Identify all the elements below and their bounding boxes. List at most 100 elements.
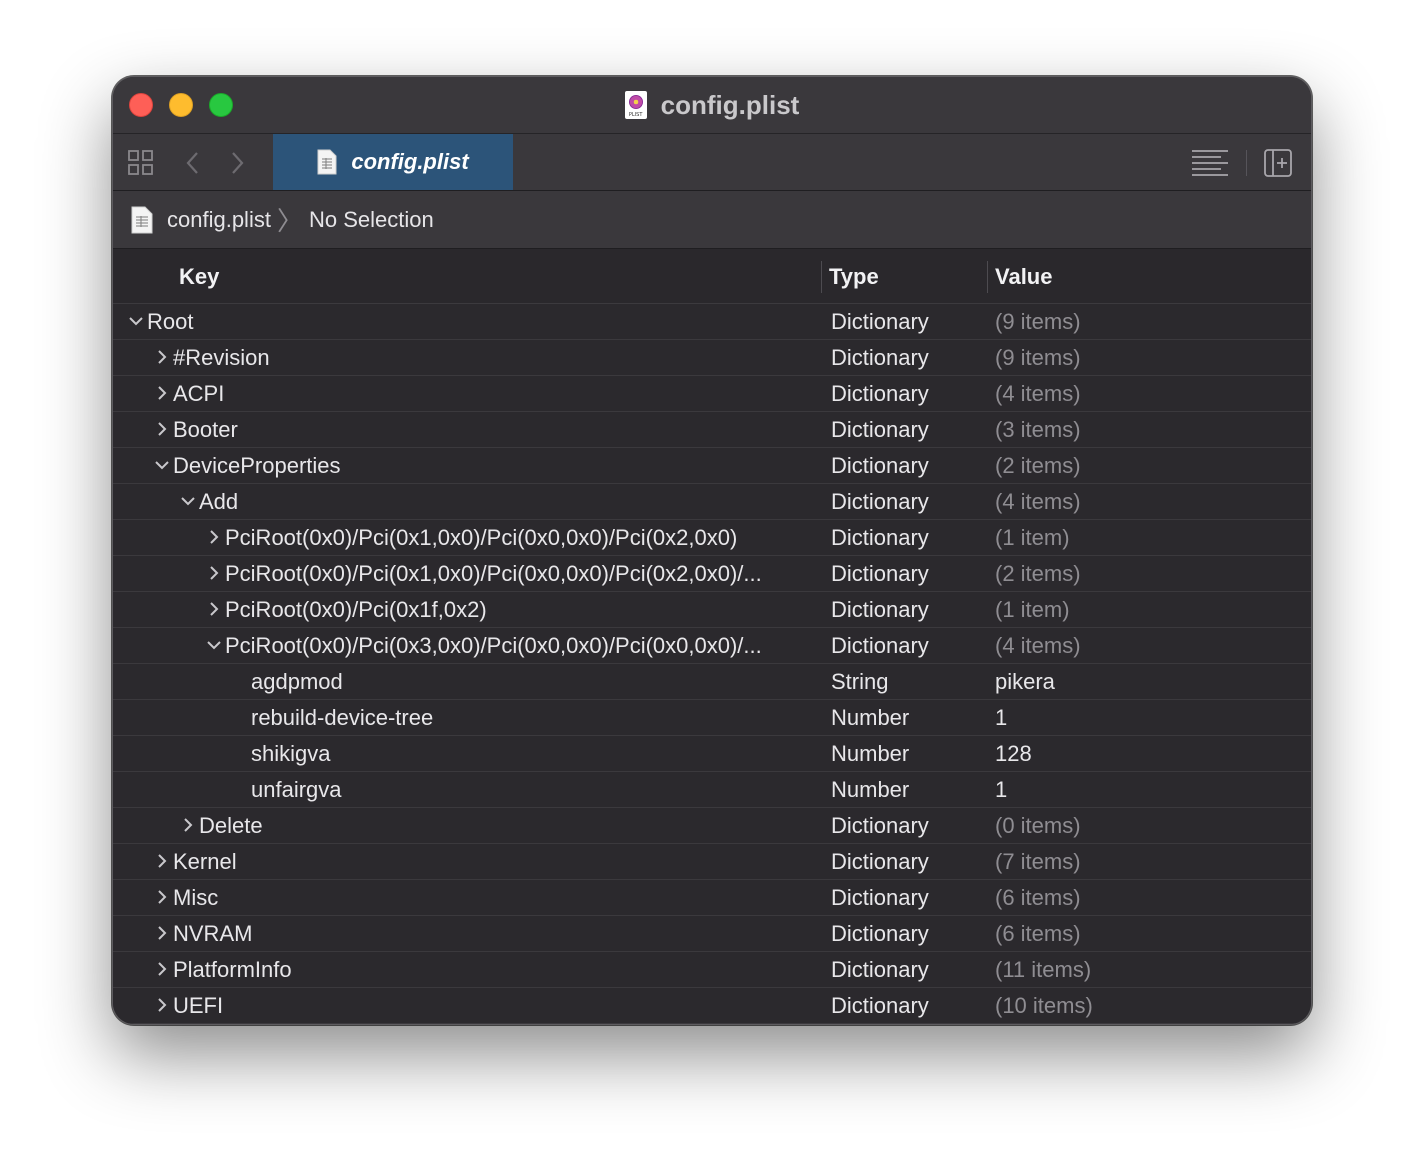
- row-key[interactable]: Booter: [173, 412, 813, 447]
- row-key[interactable]: PciRoot(0x0)/Pci(0x3,0x0)/Pci(0x0,0x0)/P…: [225, 628, 813, 663]
- table-row[interactable]: PlatformInfo Dictionary (11 items): [113, 952, 1311, 988]
- table-row[interactable]: agdpmod String pikera: [113, 664, 1311, 700]
- table-row[interactable]: PciRoot(0x0)/Pci(0x1,0x0)/Pci(0x0,0x0)/P…: [113, 556, 1311, 592]
- column-header-type[interactable]: Type: [829, 249, 879, 305]
- row-value[interactable]: (10 items): [995, 988, 1093, 1023]
- row-value[interactable]: 1: [995, 772, 1007, 807]
- row-key[interactable]: Misc: [173, 880, 813, 915]
- row-type[interactable]: Dictionary: [831, 952, 929, 987]
- row-key[interactable]: UEFI: [173, 988, 813, 1023]
- row-type[interactable]: Dictionary: [831, 520, 929, 555]
- row-type[interactable]: Dictionary: [831, 376, 929, 411]
- chevron-down-icon[interactable]: [179, 492, 197, 510]
- column-header-value[interactable]: Value: [995, 249, 1052, 305]
- table-row[interactable]: Booter Dictionary (3 items): [113, 412, 1311, 448]
- table-row[interactable]: Root Dictionary (9 items): [113, 304, 1311, 340]
- row-type[interactable]: Dictionary: [831, 484, 929, 519]
- related-items-icon[interactable]: [127, 149, 155, 177]
- chevron-down-icon[interactable]: [153, 456, 171, 474]
- row-value[interactable]: (7 items): [995, 844, 1081, 879]
- row-value[interactable]: (11 items): [995, 952, 1091, 987]
- tab-config-plist[interactable]: config.plist: [273, 134, 513, 190]
- table-row[interactable]: PciRoot(0x0)/Pci(0x1,0x0)/Pci(0x0,0x0)/P…: [113, 520, 1311, 556]
- row-value[interactable]: (1 item): [995, 592, 1070, 627]
- chevron-right-icon[interactable]: [153, 420, 171, 438]
- row-value[interactable]: pikera: [995, 664, 1055, 699]
- row-value[interactable]: (6 items): [995, 880, 1081, 915]
- row-key[interactable]: DeviceProperties: [173, 448, 813, 483]
- breadcrumb-file[interactable]: config.plist: [167, 207, 271, 233]
- chevron-right-icon[interactable]: [153, 996, 171, 1014]
- breadcrumb-selection[interactable]: No Selection: [309, 207, 434, 233]
- table-row[interactable]: Kernel Dictionary (7 items): [113, 844, 1311, 880]
- chevron-right-icon[interactable]: [205, 600, 223, 618]
- row-value[interactable]: (2 items): [995, 448, 1081, 483]
- row-key[interactable]: Kernel: [173, 844, 813, 879]
- row-type[interactable]: Dictionary: [831, 304, 929, 339]
- row-type[interactable]: Number: [831, 700, 909, 735]
- row-key[interactable]: Root: [147, 304, 813, 339]
- row-type[interactable]: Dictionary: [831, 412, 929, 447]
- row-value[interactable]: 128: [995, 736, 1032, 771]
- row-type[interactable]: Dictionary: [831, 844, 929, 879]
- chevron-right-icon[interactable]: [179, 816, 197, 834]
- chevron-left-icon[interactable]: [183, 148, 203, 178]
- table-row[interactable]: Add Dictionary (4 items): [113, 484, 1311, 520]
- row-key[interactable]: Delete: [199, 808, 813, 843]
- row-value[interactable]: (4 items): [995, 376, 1081, 411]
- column-divider[interactable]: [987, 261, 988, 293]
- row-type[interactable]: Dictionary: [831, 448, 929, 483]
- chevron-down-icon[interactable]: [205, 636, 223, 654]
- row-type[interactable]: Dictionary: [831, 988, 929, 1023]
- row-key[interactable]: PlatformInfo: [173, 952, 813, 987]
- row-key[interactable]: NVRAM: [173, 916, 813, 951]
- row-value[interactable]: (2 items): [995, 556, 1081, 591]
- table-row[interactable]: Misc Dictionary (6 items): [113, 880, 1311, 916]
- row-value[interactable]: (9 items): [995, 340, 1081, 375]
- chevron-right-icon[interactable]: [153, 924, 171, 942]
- table-row[interactable]: rebuild-device-tree Number 1: [113, 700, 1311, 736]
- table-row[interactable]: PciRoot(0x0)/Pci(0x1f,0x2) Dictionary (1 i…: [113, 592, 1311, 628]
- row-type[interactable]: Dictionary: [831, 592, 929, 627]
- row-type[interactable]: Dictionary: [831, 808, 929, 843]
- row-type[interactable]: String: [831, 664, 888, 699]
- row-key[interactable]: unfairgva: [251, 772, 813, 807]
- table-row[interactable]: PciRoot(0x0)/Pci(0x3,0x0)/Pci(0x0,0x0)/P…: [113, 628, 1311, 664]
- table-row[interactable]: ACPI Dictionary (4 items): [113, 376, 1311, 412]
- row-key[interactable]: #Revision: [173, 340, 813, 375]
- row-key[interactable]: Add: [199, 484, 813, 519]
- table-row[interactable]: #Revision Dictionary (9 items): [113, 340, 1311, 376]
- row-value[interactable]: (9 items): [995, 304, 1081, 339]
- chevron-right-icon[interactable]: [153, 348, 171, 366]
- chevron-right-icon[interactable]: [153, 384, 171, 402]
- table-row[interactable]: UEFI Dictionary (10 items): [113, 988, 1311, 1024]
- row-key[interactable]: agdpmod: [251, 664, 813, 699]
- chevron-right-icon[interactable]: [153, 888, 171, 906]
- editor-options-icon[interactable]: [1191, 148, 1229, 178]
- table-row[interactable]: Delete Dictionary (0 items): [113, 808, 1311, 844]
- column-header-key[interactable]: Key: [179, 249, 219, 305]
- chevron-right-icon[interactable]: [153, 960, 171, 978]
- row-value[interactable]: (3 items): [995, 412, 1081, 447]
- chevron-right-icon[interactable]: [227, 148, 247, 178]
- chevron-down-icon[interactable]: [127, 312, 145, 330]
- row-type[interactable]: Number: [831, 736, 909, 771]
- row-value[interactable]: 1: [995, 700, 1007, 735]
- row-type[interactable]: Dictionary: [831, 556, 929, 591]
- table-row[interactable]: NVRAM Dictionary (6 items): [113, 916, 1311, 952]
- add-editor-icon[interactable]: [1263, 148, 1293, 178]
- row-key[interactable]: shikigva: [251, 736, 813, 771]
- table-row[interactable]: shikigva Number 128: [113, 736, 1311, 772]
- row-key[interactable]: PciRoot(0x0)/Pci(0x1f,0x2): [225, 592, 813, 627]
- row-value[interactable]: (4 items): [995, 628, 1081, 663]
- chevron-right-icon[interactable]: [153, 852, 171, 870]
- row-key[interactable]: PciRoot(0x0)/Pci(0x1,0x0)/Pci(0x0,0x0)/P…: [225, 520, 813, 555]
- row-key[interactable]: rebuild-device-tree: [251, 700, 813, 735]
- table-row[interactable]: DeviceProperties Dictionary (2 items): [113, 448, 1311, 484]
- chevron-right-icon[interactable]: [205, 564, 223, 582]
- row-value[interactable]: (0 items): [995, 808, 1081, 843]
- row-type[interactable]: Number: [831, 772, 909, 807]
- row-type[interactable]: Dictionary: [831, 916, 929, 951]
- row-key[interactable]: PciRoot(0x0)/Pci(0x1,0x0)/Pci(0x0,0x0)/P…: [225, 556, 813, 591]
- row-key[interactable]: ACPI: [173, 376, 813, 411]
